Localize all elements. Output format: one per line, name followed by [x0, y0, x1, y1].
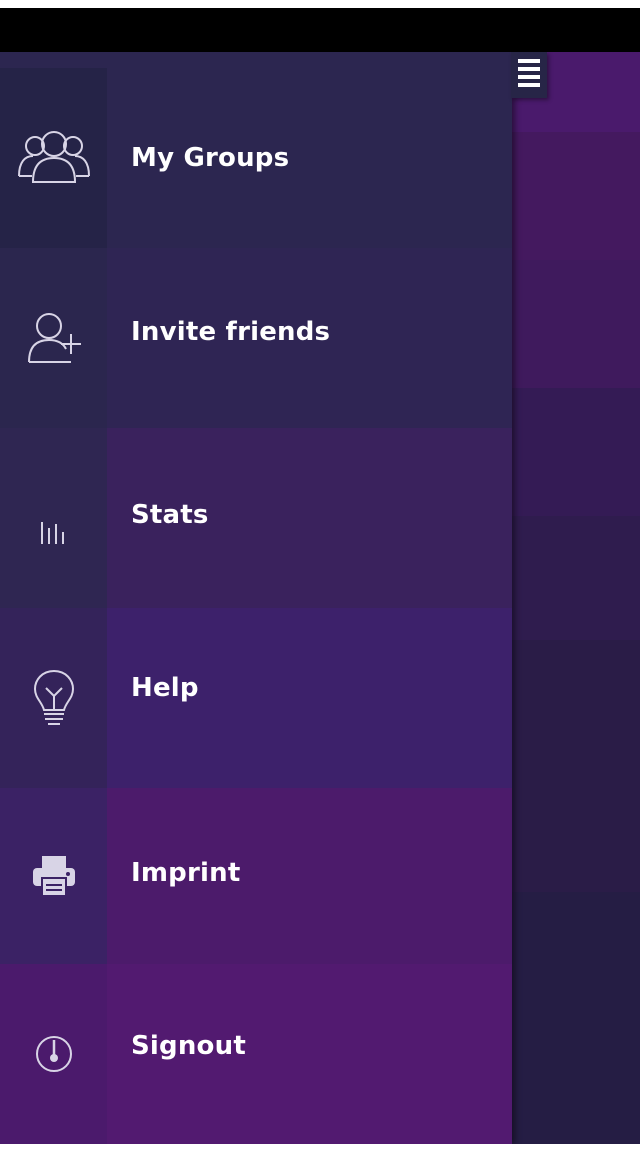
- bar-chart-icon: [40, 522, 64, 544]
- menu-toggle-button[interactable]: [511, 52, 547, 98]
- menu-icon-cell: [0, 788, 107, 964]
- menu-item-label: My Groups: [131, 143, 290, 173]
- menu-item-help[interactable]: Help: [0, 608, 512, 788]
- content-block: [512, 388, 640, 516]
- background-content-panel: [512, 52, 640, 1144]
- hamburger-icon: [518, 67, 540, 71]
- content-block: [512, 132, 640, 260]
- menu-item-label: Stats: [131, 500, 209, 530]
- menu-icon-cell: [0, 608, 107, 788]
- menu-item-imprint[interactable]: Imprint: [0, 788, 512, 964]
- menu-item-label: Signout: [131, 1031, 246, 1061]
- content-block: [512, 892, 640, 1144]
- printer-icon: [32, 856, 75, 897]
- hamburger-icon: [518, 59, 540, 63]
- menu-item-signout[interactable]: Signout: [0, 964, 512, 1144]
- power-icon: [35, 1036, 72, 1072]
- menu-icon-cell: [0, 964, 107, 1144]
- menu-item-stats[interactable]: Stats: [0, 428, 512, 608]
- menu-item-label: Invite friends: [131, 317, 331, 347]
- menu-icon-cell: [0, 248, 107, 428]
- content-block: [512, 640, 640, 892]
- content-block: [512, 516, 640, 640]
- groups-icon: [17, 131, 90, 183]
- menu-item-label: Help: [131, 673, 199, 703]
- menu-icon-cell: [0, 68, 107, 248]
- status-bar: [0, 8, 640, 52]
- bottom-margin: [0, 1144, 640, 1155]
- menu-item-my-groups[interactable]: My Groups: [0, 52, 512, 248]
- menu-item-label: Imprint: [131, 858, 241, 888]
- hamburger-icon: [518, 83, 540, 87]
- lightbulb-icon: [33, 669, 74, 725]
- content-block: [512, 260, 640, 388]
- menu-icon-cell: [0, 428, 107, 608]
- menu-item-invite-friends[interactable]: Invite friends: [0, 248, 512, 428]
- navigation-drawer: My Groups Invite friends Stats Help Impr…: [0, 52, 512, 1144]
- add-user-icon: [27, 313, 81, 363]
- hamburger-icon: [518, 75, 540, 79]
